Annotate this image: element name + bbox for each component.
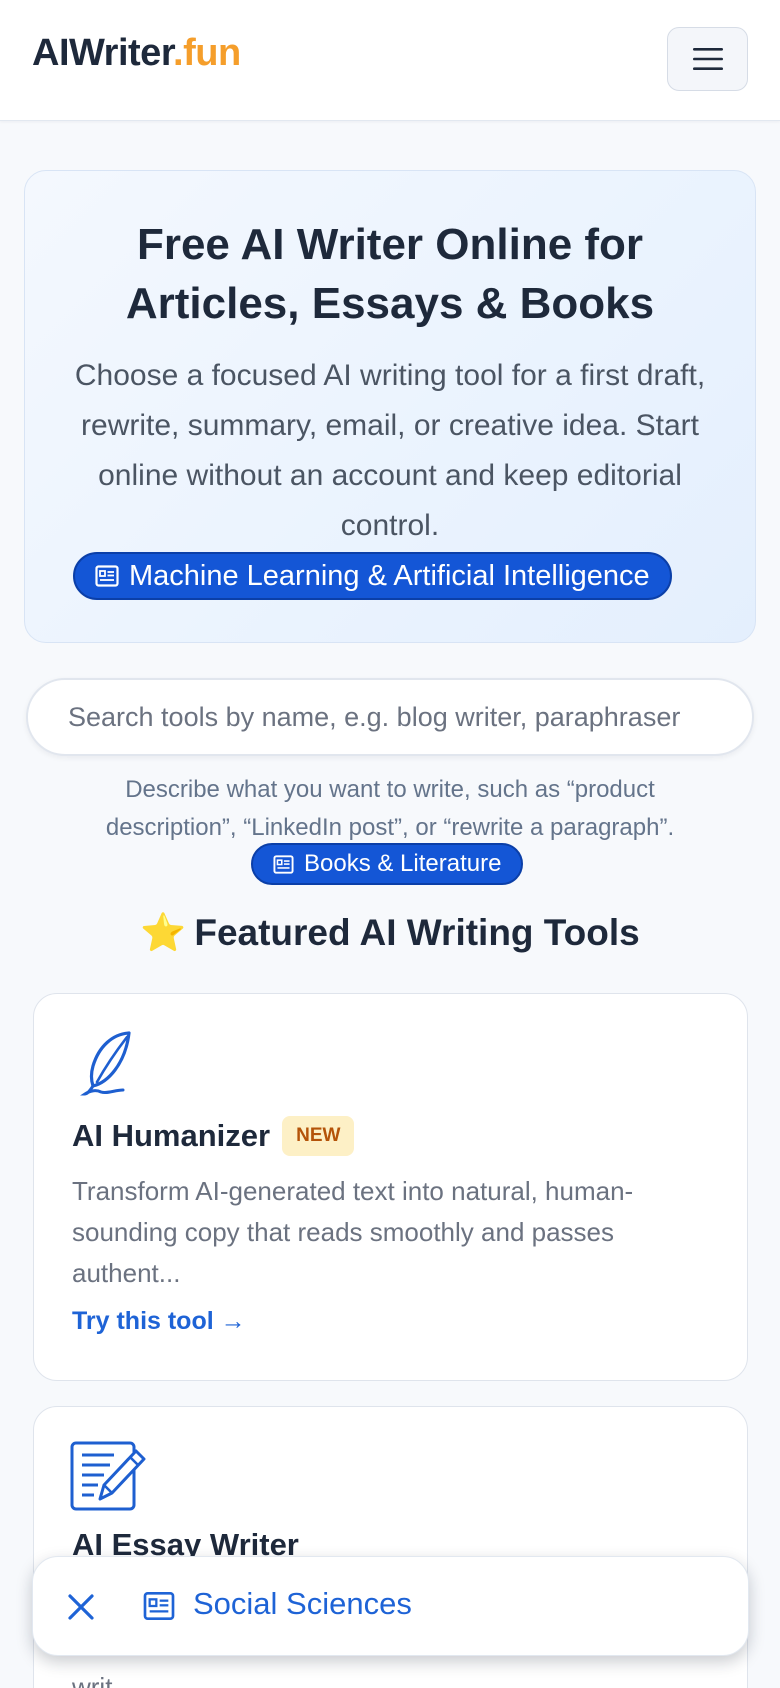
menu-button[interactable] bbox=[667, 27, 748, 91]
category-pill-ml-ai[interactable]: Machine Learning & Artificial Intelligen… bbox=[73, 552, 672, 600]
category-pill-label: Machine Learning & Artificial Intelligen… bbox=[129, 559, 650, 592]
document-edit-icon bbox=[70, 1441, 146, 1511]
new-badge: NEW bbox=[282, 1116, 355, 1156]
featured-section-title: ⭐ Featured AI Writing Tools bbox=[0, 912, 780, 955]
category-toast: Social Sciences bbox=[32, 1556, 749, 1656]
card-title-text: AI Humanizer bbox=[72, 1118, 271, 1153]
site-header: AIWriter.fun bbox=[0, 0, 780, 121]
close-button[interactable] bbox=[61, 1587, 101, 1627]
search-box bbox=[26, 678, 754, 756]
site-logo[interactable]: AIWriter.fun bbox=[32, 32, 241, 75]
hamburger-menu-icon bbox=[692, 48, 723, 70]
close-icon bbox=[68, 1594, 94, 1620]
newspaper-icon bbox=[273, 854, 294, 874]
category-pill-label: Books & Literature bbox=[304, 850, 502, 877]
newspaper-icon bbox=[143, 1592, 175, 1620]
logo-main-text: AIWriter bbox=[32, 32, 174, 74]
card-description: writ bbox=[72, 1672, 113, 1688]
hero-title: Free AI Writer Online for Articles, Essa… bbox=[125, 220, 655, 328]
toast-category-label[interactable]: Social Sciences bbox=[193, 1586, 412, 1622]
logo-accent-text: .fun bbox=[173, 32, 241, 74]
search-input[interactable] bbox=[68, 680, 714, 754]
star-icon: ⭐ bbox=[140, 912, 187, 953]
newspaper-icon bbox=[95, 565, 119, 587]
tool-card-ai-humanizer[interactable]: AI Humanizer NEW Transform AI-generated t… bbox=[33, 993, 748, 1381]
quill-pen-icon bbox=[80, 1031, 131, 1096]
card-description: Transform AI-generated text into natural… bbox=[72, 1176, 634, 1288]
category-pill-books[interactable]: Books & Literature bbox=[251, 843, 524, 885]
hero-section: Free AI Writer Online for Articles, Essa… bbox=[24, 170, 756, 643]
hero-description: Choose a focused AI writing tool for a f… bbox=[74, 359, 706, 542]
search-hint: Describe what you want to write, such as… bbox=[105, 776, 675, 841]
try-tool-link[interactable]: Try this tool → bbox=[72, 1307, 246, 1336]
card-title: AI Humanizer NEW bbox=[72, 1116, 355, 1156]
featured-title-text: Featured AI Writing Tools bbox=[194, 912, 640, 953]
